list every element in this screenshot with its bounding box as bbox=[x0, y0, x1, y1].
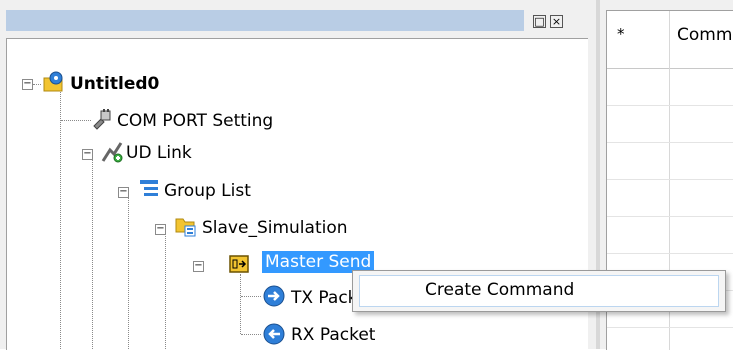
master-send-expander[interactable]: − bbox=[193, 261, 204, 272]
grid-row-line bbox=[607, 216, 733, 217]
grid-row-line bbox=[607, 327, 733, 328]
tree-node-label: UD Link bbox=[126, 143, 192, 163]
project-gear-icon bbox=[43, 71, 63, 92]
tree-node-label: Untitled0 bbox=[70, 74, 160, 94]
tree-connector bbox=[241, 296, 261, 298]
explorer-titlebar bbox=[6, 10, 524, 31]
group-list-expander[interactable]: − bbox=[118, 187, 129, 198]
tree-guide-line bbox=[240, 274, 242, 334]
tree-node-label: COM PORT Setting bbox=[117, 111, 274, 131]
ud-link-expander[interactable]: − bbox=[82, 149, 93, 160]
grid-row-line bbox=[607, 142, 733, 143]
grid-row-line bbox=[607, 253, 733, 254]
send-box-icon bbox=[229, 255, 249, 273]
menu-item-label: Create Command bbox=[425, 280, 575, 300]
grid-row-line bbox=[607, 105, 733, 106]
tree-guide-line bbox=[92, 160, 94, 349]
tx-arrow-icon bbox=[263, 285, 285, 307]
tree-guide-line bbox=[128, 198, 130, 349]
grid-header-star[interactable]: * bbox=[617, 25, 625, 43]
tree-connector bbox=[33, 84, 41, 86]
plug-icon bbox=[93, 109, 111, 130]
tree-node-label: RX Packet bbox=[291, 325, 376, 345]
close-icon[interactable]: × bbox=[550, 15, 563, 28]
group-list-icon bbox=[140, 180, 158, 196]
tree-node-label: Group List bbox=[164, 181, 251, 201]
grid-header-command[interactable]: Comm bbox=[677, 25, 732, 45]
root-expander[interactable]: − bbox=[22, 79, 33, 90]
context-menu: Create Command bbox=[352, 270, 726, 312]
grid-header: * Comm bbox=[607, 11, 733, 69]
rx-arrow-icon bbox=[263, 323, 285, 345]
restore-icon[interactable]: □ bbox=[533, 15, 546, 28]
menu-item-create-command[interactable]: Create Command bbox=[359, 275, 719, 307]
tree-guide-line bbox=[60, 88, 62, 349]
grid-row-line bbox=[607, 179, 733, 180]
link-icon bbox=[101, 142, 123, 163]
slave-sim-expander[interactable]: − bbox=[155, 224, 166, 235]
tree-guide-line bbox=[165, 236, 167, 349]
tree-connector bbox=[61, 120, 91, 122]
tree-node-label: Slave_Simulation bbox=[202, 218, 348, 238]
folder-network-icon bbox=[175, 218, 196, 237]
tree-connector bbox=[241, 334, 261, 336]
